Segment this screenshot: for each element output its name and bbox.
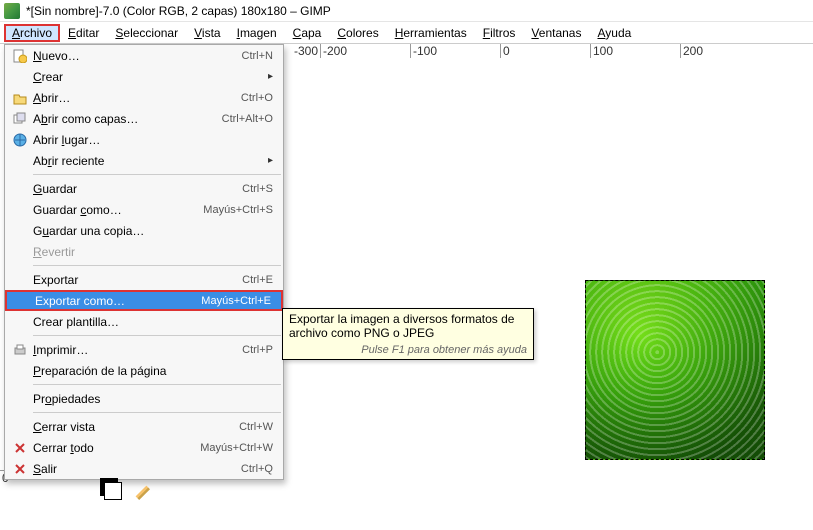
menu-separator bbox=[33, 412, 281, 413]
menu-item-crear[interactable]: Crear ▸ bbox=[5, 66, 283, 87]
window-titlebar: *[Sin nombre]-7.0 (Color RGB, 2 capas) 1… bbox=[0, 0, 813, 22]
menu-item-abrir-reciente[interactable]: Abrir reciente ▸ bbox=[5, 150, 283, 171]
close-icon bbox=[11, 461, 29, 477]
globe-icon bbox=[11, 132, 29, 148]
blank-icon bbox=[11, 244, 29, 260]
menu-separator bbox=[33, 384, 281, 385]
menu-archivo[interactable]: Archivo bbox=[4, 24, 60, 42]
menu-colores[interactable]: Colores bbox=[329, 24, 386, 42]
menu-item-label: Revertir bbox=[33, 245, 273, 259]
blank-icon bbox=[11, 223, 29, 239]
app-icon bbox=[4, 3, 20, 19]
file-menu-dropdown: Nuevo… Ctrl+N Crear ▸ Abrir… Ctrl+O Abrir como… bbox=[4, 44, 284, 480]
menu-item-label: Crear bbox=[33, 70, 262, 84]
submenu-arrow-icon: ▸ bbox=[268, 71, 273, 82]
menu-item-preparaci-n-de-la-p-gina[interactable]: Preparación de la página bbox=[5, 360, 283, 381]
menu-item-label: Cerrar todo bbox=[33, 441, 192, 455]
blank-icon bbox=[11, 202, 29, 218]
menu-item-salir[interactable]: Salir Ctrl+Q bbox=[5, 458, 283, 479]
menu-item-crear-plantilla[interactable]: Crear plantilla… bbox=[5, 311, 283, 332]
menu-filtros[interactable]: Filtros bbox=[475, 24, 524, 42]
layers-icon bbox=[11, 111, 29, 127]
blank-icon bbox=[11, 153, 29, 169]
menu-item-cerrar-vista[interactable]: Cerrar vista Ctrl+W bbox=[5, 416, 283, 437]
menu-item-label: Abrir reciente bbox=[33, 154, 262, 168]
menu-ayuda[interactable]: Ayuda bbox=[589, 24, 639, 42]
menu-seleccionar[interactable]: Seleccionar bbox=[107, 24, 186, 42]
menu-item-abrir-como-capas[interactable]: Abrir como capas… Ctrl+Alt+O bbox=[5, 108, 283, 129]
menu-item-label: Crear plantilla… bbox=[33, 315, 273, 329]
blank-icon bbox=[11, 272, 29, 288]
menu-item-shortcut: Mayús+Ctrl+W bbox=[200, 442, 273, 454]
menu-item-shortcut: Ctrl+E bbox=[242, 274, 273, 286]
menu-item-label: Exportar como… bbox=[35, 294, 193, 308]
color-swatch[interactable] bbox=[104, 482, 122, 500]
menu-item-abrir[interactable]: Abrir… Ctrl+O bbox=[5, 87, 283, 108]
blank-icon bbox=[11, 69, 29, 85]
menu-ventanas[interactable]: Ventanas bbox=[523, 24, 589, 42]
tooltip-text: Exportar la imagen a diversos formatos d… bbox=[289, 312, 527, 340]
open-icon bbox=[11, 90, 29, 106]
blank-icon bbox=[11, 363, 29, 379]
menu-item-guardar-una-copia[interactable]: Guardar una copia… bbox=[5, 220, 283, 241]
menu-item-label: Abrir como capas… bbox=[33, 112, 214, 126]
blank-icon bbox=[11, 419, 29, 435]
menu-item-label: Exportar bbox=[33, 273, 234, 287]
submenu-arrow-icon: ▸ bbox=[268, 155, 273, 166]
menu-item-label: Abrir… bbox=[33, 91, 233, 105]
toolbox-fragment bbox=[104, 482, 150, 500]
menu-item-shortcut: Mayús+Ctrl+E bbox=[201, 295, 271, 307]
menu-separator bbox=[33, 335, 281, 336]
menu-item-shortcut: Ctrl+N bbox=[242, 50, 273, 62]
menu-item-shortcut: Ctrl+W bbox=[239, 421, 273, 433]
menu-item-label: Guardar bbox=[33, 182, 234, 196]
menu-item-propiedades[interactable]: Propiedades bbox=[5, 388, 283, 409]
menu-item-guardar-como[interactable]: Guardar como… Mayús+Ctrl+S bbox=[5, 199, 283, 220]
canvas-image[interactable] bbox=[585, 280, 765, 460]
menu-item-revertir: Revertir bbox=[5, 241, 283, 262]
menu-separator bbox=[33, 265, 281, 266]
menu-item-label: Guardar una copia… bbox=[33, 224, 273, 238]
menu-item-label: Guardar como… bbox=[33, 203, 195, 217]
blank-icon bbox=[13, 293, 31, 309]
menu-vista[interactable]: Vista bbox=[186, 24, 228, 42]
menu-item-label: Abrir lugar… bbox=[33, 133, 273, 147]
menu-item-label: Propiedades bbox=[33, 392, 273, 406]
tooltip-hint: Pulse F1 para obtener más ayuda bbox=[289, 344, 527, 356]
menu-item-cerrar-todo[interactable]: Cerrar todo Mayús+Ctrl+W bbox=[5, 437, 283, 458]
tooltip-export: Exportar la imagen a diversos formatos d… bbox=[282, 308, 534, 360]
blank-icon bbox=[11, 391, 29, 407]
menu-item-label: Salir bbox=[33, 462, 233, 476]
menu-item-shortcut: Ctrl+Q bbox=[241, 463, 273, 475]
menu-separator bbox=[33, 174, 281, 175]
menu-item-exportar-como[interactable]: Exportar como… Mayús+Ctrl+E bbox=[5, 290, 283, 311]
menu-item-imprimir[interactable]: Imprimir… Ctrl+P bbox=[5, 339, 283, 360]
menu-item-label: Cerrar vista bbox=[33, 420, 231, 434]
print-icon bbox=[11, 342, 29, 358]
menu-item-shortcut: Ctrl+O bbox=[241, 92, 273, 104]
menu-capa[interactable]: Capa bbox=[285, 24, 330, 42]
menu-item-guardar[interactable]: Guardar Ctrl+S bbox=[5, 178, 283, 199]
menu-item-shortcut: Mayús+Ctrl+S bbox=[203, 204, 273, 216]
menu-item-nuevo[interactable]: Nuevo… Ctrl+N bbox=[5, 45, 283, 66]
menu-imagen[interactable]: Imagen bbox=[229, 24, 285, 42]
window-title: *[Sin nombre]-7.0 (Color RGB, 2 capas) 1… bbox=[26, 4, 331, 18]
close-icon bbox=[11, 440, 29, 456]
doc-new-icon bbox=[11, 48, 29, 64]
menubar: Archivo Editar Seleccionar Vista Imagen … bbox=[0, 22, 813, 44]
menu-item-abrir-lugar[interactable]: Abrir lugar… bbox=[5, 129, 283, 150]
menu-item-exportar[interactable]: Exportar Ctrl+E bbox=[5, 269, 283, 290]
blank-icon bbox=[11, 181, 29, 197]
menu-item-shortcut: Ctrl+S bbox=[242, 183, 273, 195]
menu-herramientas[interactable]: Herramientas bbox=[387, 24, 475, 42]
menu-item-label: Preparación de la página bbox=[33, 364, 273, 378]
menu-item-shortcut: Ctrl+Alt+O bbox=[222, 113, 273, 125]
menu-editar[interactable]: Editar bbox=[60, 24, 107, 42]
pencil-tool-icon[interactable] bbox=[132, 482, 150, 500]
menu-item-shortcut: Ctrl+P bbox=[242, 344, 273, 356]
menu-item-label: Imprimir… bbox=[33, 343, 234, 357]
menu-item-label: Nuevo… bbox=[33, 49, 234, 63]
blank-icon bbox=[11, 314, 29, 330]
